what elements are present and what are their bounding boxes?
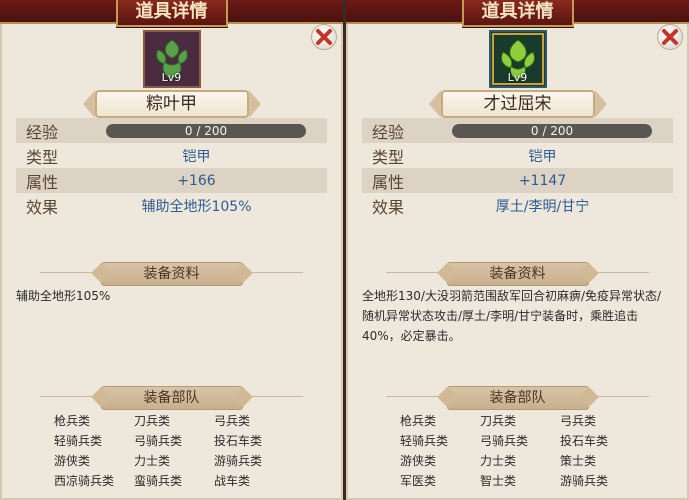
- label-type: 类型: [372, 147, 405, 167]
- exp-bar: 0 / 200: [106, 123, 306, 138]
- unit-item: 轻骑兵类: [400, 434, 449, 448]
- item-level: Lv9: [161, 71, 182, 84]
- row-attr: 属性 +1147: [362, 168, 673, 193]
- unit-list: 枪兵类 刀兵类 弓兵类 轻骑兵类 弓骑兵类 投石车类 游侠类 力士类 策士类 军…: [400, 412, 669, 489]
- row-effect: 效果 辅助全地形105%: [16, 193, 327, 218]
- equip-description: 全地形130/大没羽箭范围敌军回合初麻痹/免疫异常状态/随机异常状态攻击/厚土/…: [362, 289, 662, 343]
- close-button[interactable]: [311, 24, 337, 50]
- panel-title: 道具详情: [115, 0, 228, 27]
- value-type: 铠甲: [182, 148, 211, 165]
- value-attr: +1147: [518, 172, 567, 189]
- unit-item: 刀兵类: [134, 414, 171, 428]
- unit-item: 游骑兵类: [560, 474, 609, 488]
- row-attr: 属性 +166: [16, 168, 327, 193]
- unit-item: 蛮骑兵类: [134, 474, 183, 488]
- value-effect: 厚土/李明/甘宁: [495, 198, 590, 215]
- equip-info-header: 装备资料: [0, 262, 343, 286]
- close-x-icon: [662, 29, 678, 45]
- unit-item: 枪兵类: [54, 414, 91, 428]
- item-attributes: 经验 0 / 200 类型 铠甲 属性 +166 效果 辅助全地形105%: [16, 118, 327, 218]
- unit-item: 弓兵类: [560, 414, 597, 428]
- unit-item: 游侠类: [54, 454, 91, 468]
- unit-item: 弓骑兵类: [480, 434, 529, 448]
- label-exp: 经验: [372, 122, 405, 142]
- item-detail-panel-right: 道具详情 Lv9 才过屈宋 经验 0 / 200 类型 铠甲 属性 +1147 …: [346, 0, 689, 500]
- unit-list: 枪兵类 刀兵类 弓兵类 轻骑兵类 弓骑兵类 投石车类 游侠类 力士类 游骑兵类 …: [54, 412, 323, 489]
- item-level: Lv9: [507, 71, 528, 84]
- section-label: 装备部队: [100, 386, 243, 410]
- unit-item: 枪兵类: [400, 414, 437, 428]
- unit-item: 战车类: [214, 474, 251, 488]
- label-attr: 属性: [26, 172, 59, 192]
- unit-item: 游侠类: [400, 454, 437, 468]
- item-icon: Lv9: [488, 30, 547, 88]
- row-effect: 效果 厚土/李明/甘宁: [362, 193, 673, 218]
- unit-item: 投石车类: [214, 434, 263, 448]
- label-attr: 属性: [372, 172, 405, 192]
- row-exp: 经验 0 / 200: [16, 118, 327, 143]
- section-label: 装备部队: [446, 386, 589, 410]
- section-label: 装备资料: [100, 262, 243, 286]
- panel-title: 道具详情: [461, 0, 574, 27]
- item-icon: Lv9: [142, 30, 201, 88]
- close-x-icon: [316, 29, 332, 45]
- close-button[interactable]: [657, 24, 683, 50]
- unit-item: 智士类: [480, 474, 517, 488]
- value-type: 铠甲: [528, 148, 557, 165]
- unit-item: 投石车类: [560, 434, 609, 448]
- unit-item: 力士类: [480, 454, 517, 468]
- equip-info-header: 装备资料: [346, 262, 689, 286]
- item-attributes: 经验 0 / 200 类型 铠甲 属性 +1147 效果 厚土/李明/甘宁: [362, 118, 673, 218]
- unit-item: 力士类: [134, 454, 171, 468]
- value-attr: +166: [177, 172, 216, 189]
- row-exp: 经验 0 / 200: [362, 118, 673, 143]
- row-type: 类型 铠甲: [16, 143, 327, 168]
- unit-item: 军医类: [400, 474, 437, 488]
- value-effect: 辅助全地形105%: [141, 198, 252, 215]
- unit-item: 刀兵类: [480, 414, 517, 428]
- label-type: 类型: [26, 147, 59, 167]
- unit-item: 策士类: [560, 454, 597, 468]
- label-effect: 效果: [26, 197, 59, 217]
- row-type: 类型 铠甲: [362, 143, 673, 168]
- label-exp: 经验: [26, 122, 59, 142]
- unit-item: 轻骑兵类: [54, 434, 103, 448]
- unit-item: 游骑兵类: [214, 454, 263, 468]
- item-name: 才过屈宋: [428, 90, 607, 118]
- exp-bar: 0 / 200: [452, 123, 652, 138]
- item-detail-panel-left: 道具详情 Lv9 粽叶甲 经验 0 / 200 类型 铠甲 属性 +166 效果…: [0, 0, 343, 500]
- section-label: 装备资料: [446, 262, 589, 286]
- unit-item: 西凉骑兵类: [54, 474, 115, 488]
- equip-description: 辅助全地形105%: [16, 289, 111, 303]
- unit-item: 弓骑兵类: [134, 434, 183, 448]
- equip-units-header: 装备部队: [0, 386, 343, 410]
- label-effect: 效果: [372, 197, 405, 217]
- equip-units-header: 装备部队: [346, 386, 689, 410]
- unit-item: 弓兵类: [214, 414, 251, 428]
- item-name: 粽叶甲: [82, 90, 261, 118]
